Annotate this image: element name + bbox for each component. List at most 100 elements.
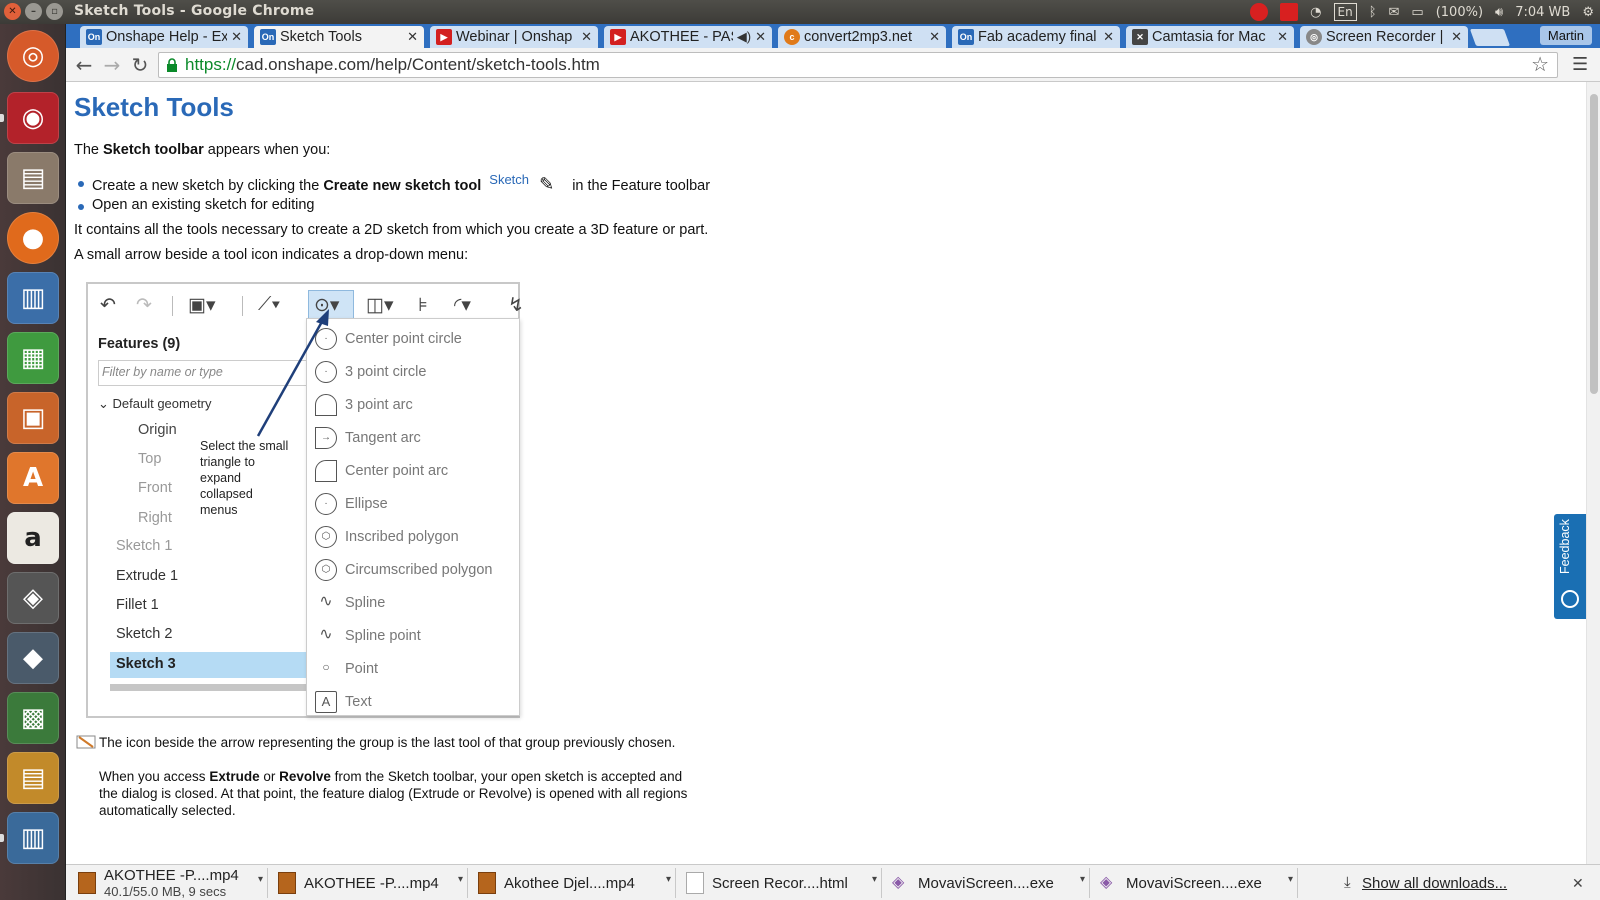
chevron-down-icon[interactable]: ▾ bbox=[258, 874, 263, 885]
volume-icon[interactable]: 🔊︎ bbox=[1495, 5, 1503, 20]
text: in the Feature toolbar bbox=[572, 178, 711, 194]
close-tab-icon[interactable]: ✕ bbox=[231, 29, 242, 45]
writer-icon[interactable]: ▥ bbox=[7, 272, 59, 324]
forward-button[interactable]: → bbox=[100, 54, 124, 76]
download-item[interactable]: Akothee Djel....mp4 ▾ bbox=[470, 868, 676, 898]
tab-akothee[interactable]: ▶ AKOTHEE - PAS ◀) ✕ bbox=[604, 26, 772, 48]
dropdown-label: Inscribed polygon bbox=[345, 529, 459, 545]
chevron-down-icon[interactable]: ▾ bbox=[1080, 874, 1085, 885]
back-button[interactable]: ← bbox=[72, 54, 96, 76]
reload-button[interactable]: ↻ bbox=[128, 54, 152, 76]
window-title: Sketch Tools - Google Chrome bbox=[74, 3, 315, 19]
chevron-down-icon[interactable]: ▾ bbox=[666, 874, 671, 885]
download-name: MovaviScreen....exe bbox=[918, 874, 1054, 892]
close-tab-icon[interactable]: ✕ bbox=[1103, 29, 1114, 45]
tab-convert2mp3[interactable]: c convert2mp3.net ✕ bbox=[778, 26, 946, 48]
sketch-plane-icon: ▣▾ bbox=[188, 295, 216, 316]
tree-item: Sketch 1 bbox=[116, 538, 173, 554]
chevron-down-icon[interactable]: ▾ bbox=[458, 874, 463, 885]
dropdown-label: Text bbox=[345, 694, 372, 710]
download-item[interactable]: ◈ MovaviScreen....exe ▾ bbox=[1092, 868, 1298, 898]
chrome-menu-icon[interactable]: ☰ bbox=[1572, 54, 1588, 76]
launcher-app-icon[interactable]: ▥ bbox=[7, 812, 59, 864]
html-file-icon bbox=[686, 872, 704, 894]
feedback-button[interactable]: Feedback bbox=[1554, 514, 1586, 619]
chevron-down-icon[interactable]: ▾ bbox=[872, 874, 877, 885]
scrollbar-thumb[interactable] bbox=[1590, 94, 1598, 394]
ubuntu-dash-icon[interactable]: ◎ bbox=[7, 30, 59, 82]
window-close-button[interactable]: ✕ bbox=[4, 3, 21, 20]
new-tab-button[interactable] bbox=[1469, 29, 1511, 46]
window-minimize-button[interactable]: – bbox=[25, 3, 42, 20]
calc-icon[interactable]: ▦ bbox=[7, 332, 59, 384]
download-item[interactable]: Screen Recor....html ▾ bbox=[678, 868, 882, 898]
tab-fab-academy[interactable]: On Fab academy final ✕ bbox=[952, 26, 1120, 48]
text: Default geometry bbox=[112, 396, 212, 411]
paragraph: It contains all the tools necessary to c… bbox=[74, 222, 709, 238]
download-item[interactable]: AKOTHEE -P....mp4 ▾ bbox=[270, 868, 468, 898]
url-path: cad.onshape.com/help/Content/sketch-tool… bbox=[236, 55, 600, 74]
battery-icon[interactable]: ▭ bbox=[1411, 5, 1423, 20]
close-shelf-icon[interactable]: ✕ bbox=[1572, 875, 1584, 892]
stop-indicator-icon[interactable] bbox=[1280, 3, 1299, 21]
tab-camtasia[interactable]: ✕ Camtasia for Mac ✕ bbox=[1126, 26, 1294, 48]
window-maximize-button[interactable]: ▫ bbox=[46, 3, 63, 20]
tree-item-selected: Sketch 3 bbox=[116, 656, 176, 672]
onshape-icon: On bbox=[86, 29, 102, 45]
launcher-app-icon[interactable]: ▤ bbox=[7, 752, 59, 804]
callout-text: Select the small triangle to expand coll… bbox=[200, 439, 289, 517]
feedback-label: Feedback bbox=[1558, 519, 1572, 574]
profile-button[interactable]: Martin bbox=[1539, 26, 1592, 45]
tab-title: AKOTHEE - PAS bbox=[630, 29, 733, 45]
screen-recorder-app-icon[interactable]: ◉ bbox=[7, 92, 59, 144]
bluetooth-icon[interactable]: ᛒ bbox=[1369, 5, 1377, 20]
close-tab-icon[interactable]: ✕ bbox=[581, 29, 592, 45]
address-bar[interactable]: https://cad.onshape.com/help/Content/ske… bbox=[158, 52, 1558, 78]
files-app-icon[interactable]: ▤ bbox=[7, 152, 59, 204]
tab-title: Fab academy final bbox=[978, 29, 1097, 45]
close-tab-icon[interactable]: ✕ bbox=[929, 29, 940, 45]
close-tab-icon[interactable]: ✕ bbox=[407, 29, 418, 45]
point-icon: ○ bbox=[322, 660, 330, 674]
tab-sketch-tools[interactable]: On Sketch Tools ✕ bbox=[254, 26, 424, 48]
settings-gear-icon[interactable]: ⚙ bbox=[1582, 5, 1594, 20]
page-scrollbar[interactable] bbox=[1586, 82, 1600, 864]
download-item[interactable]: ◈ MovaviScreen....exe ▾ bbox=[884, 868, 1090, 898]
tab-onshape-help[interactable]: On Onshape Help - Ex ✕ bbox=[80, 26, 248, 48]
tab-screen-recorder[interactable]: ◎ Screen Recorder | ✕ bbox=[1300, 26, 1468, 48]
software-center-icon[interactable]: A bbox=[7, 452, 59, 504]
wifi-icon[interactable]: ◔ bbox=[1310, 5, 1321, 20]
close-tab-icon[interactable]: ✕ bbox=[755, 29, 766, 45]
text: appears when you: bbox=[203, 142, 331, 158]
download-item[interactable]: AKOTHEE -P....mp4 40.1/55.0 MB, 9 secs ▾ bbox=[70, 867, 268, 899]
amazon-icon[interactable]: a bbox=[7, 512, 59, 564]
launcher-app-icon[interactable]: ◆ bbox=[7, 632, 59, 684]
close-tab-icon[interactable]: ✕ bbox=[1277, 29, 1288, 45]
page-title: Sketch Tools bbox=[74, 92, 234, 122]
launcher-app-icon[interactable]: ▩ bbox=[7, 692, 59, 744]
show-all-downloads-link[interactable]: Show all downloads... bbox=[1362, 875, 1507, 892]
dropdown-label: Center point arc bbox=[345, 463, 449, 479]
chevron-down-icon[interactable]: ▾ bbox=[1288, 874, 1293, 885]
bookmark-star-icon[interactable]: ☆ bbox=[1531, 53, 1549, 77]
clock[interactable]: 7:04 WB bbox=[1515, 5, 1570, 20]
download-arrow-icon: ⤓ bbox=[1344, 874, 1351, 891]
battery-percent[interactable]: (100%) bbox=[1436, 5, 1483, 20]
mail-icon[interactable]: ✉ bbox=[1389, 5, 1400, 20]
tree-item: Sketch 2 bbox=[116, 626, 173, 642]
launcher-app-icon[interactable]: ◈ bbox=[7, 572, 59, 624]
audio-playing-icon[interactable]: ◀) bbox=[737, 29, 751, 45]
impress-icon[interactable]: ▣ bbox=[7, 392, 59, 444]
tab-webinar[interactable]: ▶ Webinar | Onshap ✕ bbox=[430, 26, 598, 48]
note-icon bbox=[76, 735, 96, 749]
sketch-link[interactable]: Sketch bbox=[489, 172, 529, 187]
firefox-icon[interactable]: ● bbox=[7, 212, 59, 264]
record-indicator-icon[interactable] bbox=[1250, 3, 1269, 21]
video-file-icon bbox=[478, 872, 496, 894]
download-name: Akothee Djel....mp4 bbox=[504, 874, 635, 892]
keyboard-layout-indicator[interactable]: En bbox=[1333, 3, 1357, 21]
more-tools-icon: ↯ bbox=[508, 295, 524, 316]
text: Create a new sketch by clicking the bbox=[92, 178, 324, 194]
close-tab-icon[interactable]: ✕ bbox=[1451, 29, 1462, 45]
onshape-icon: On bbox=[260, 29, 276, 45]
